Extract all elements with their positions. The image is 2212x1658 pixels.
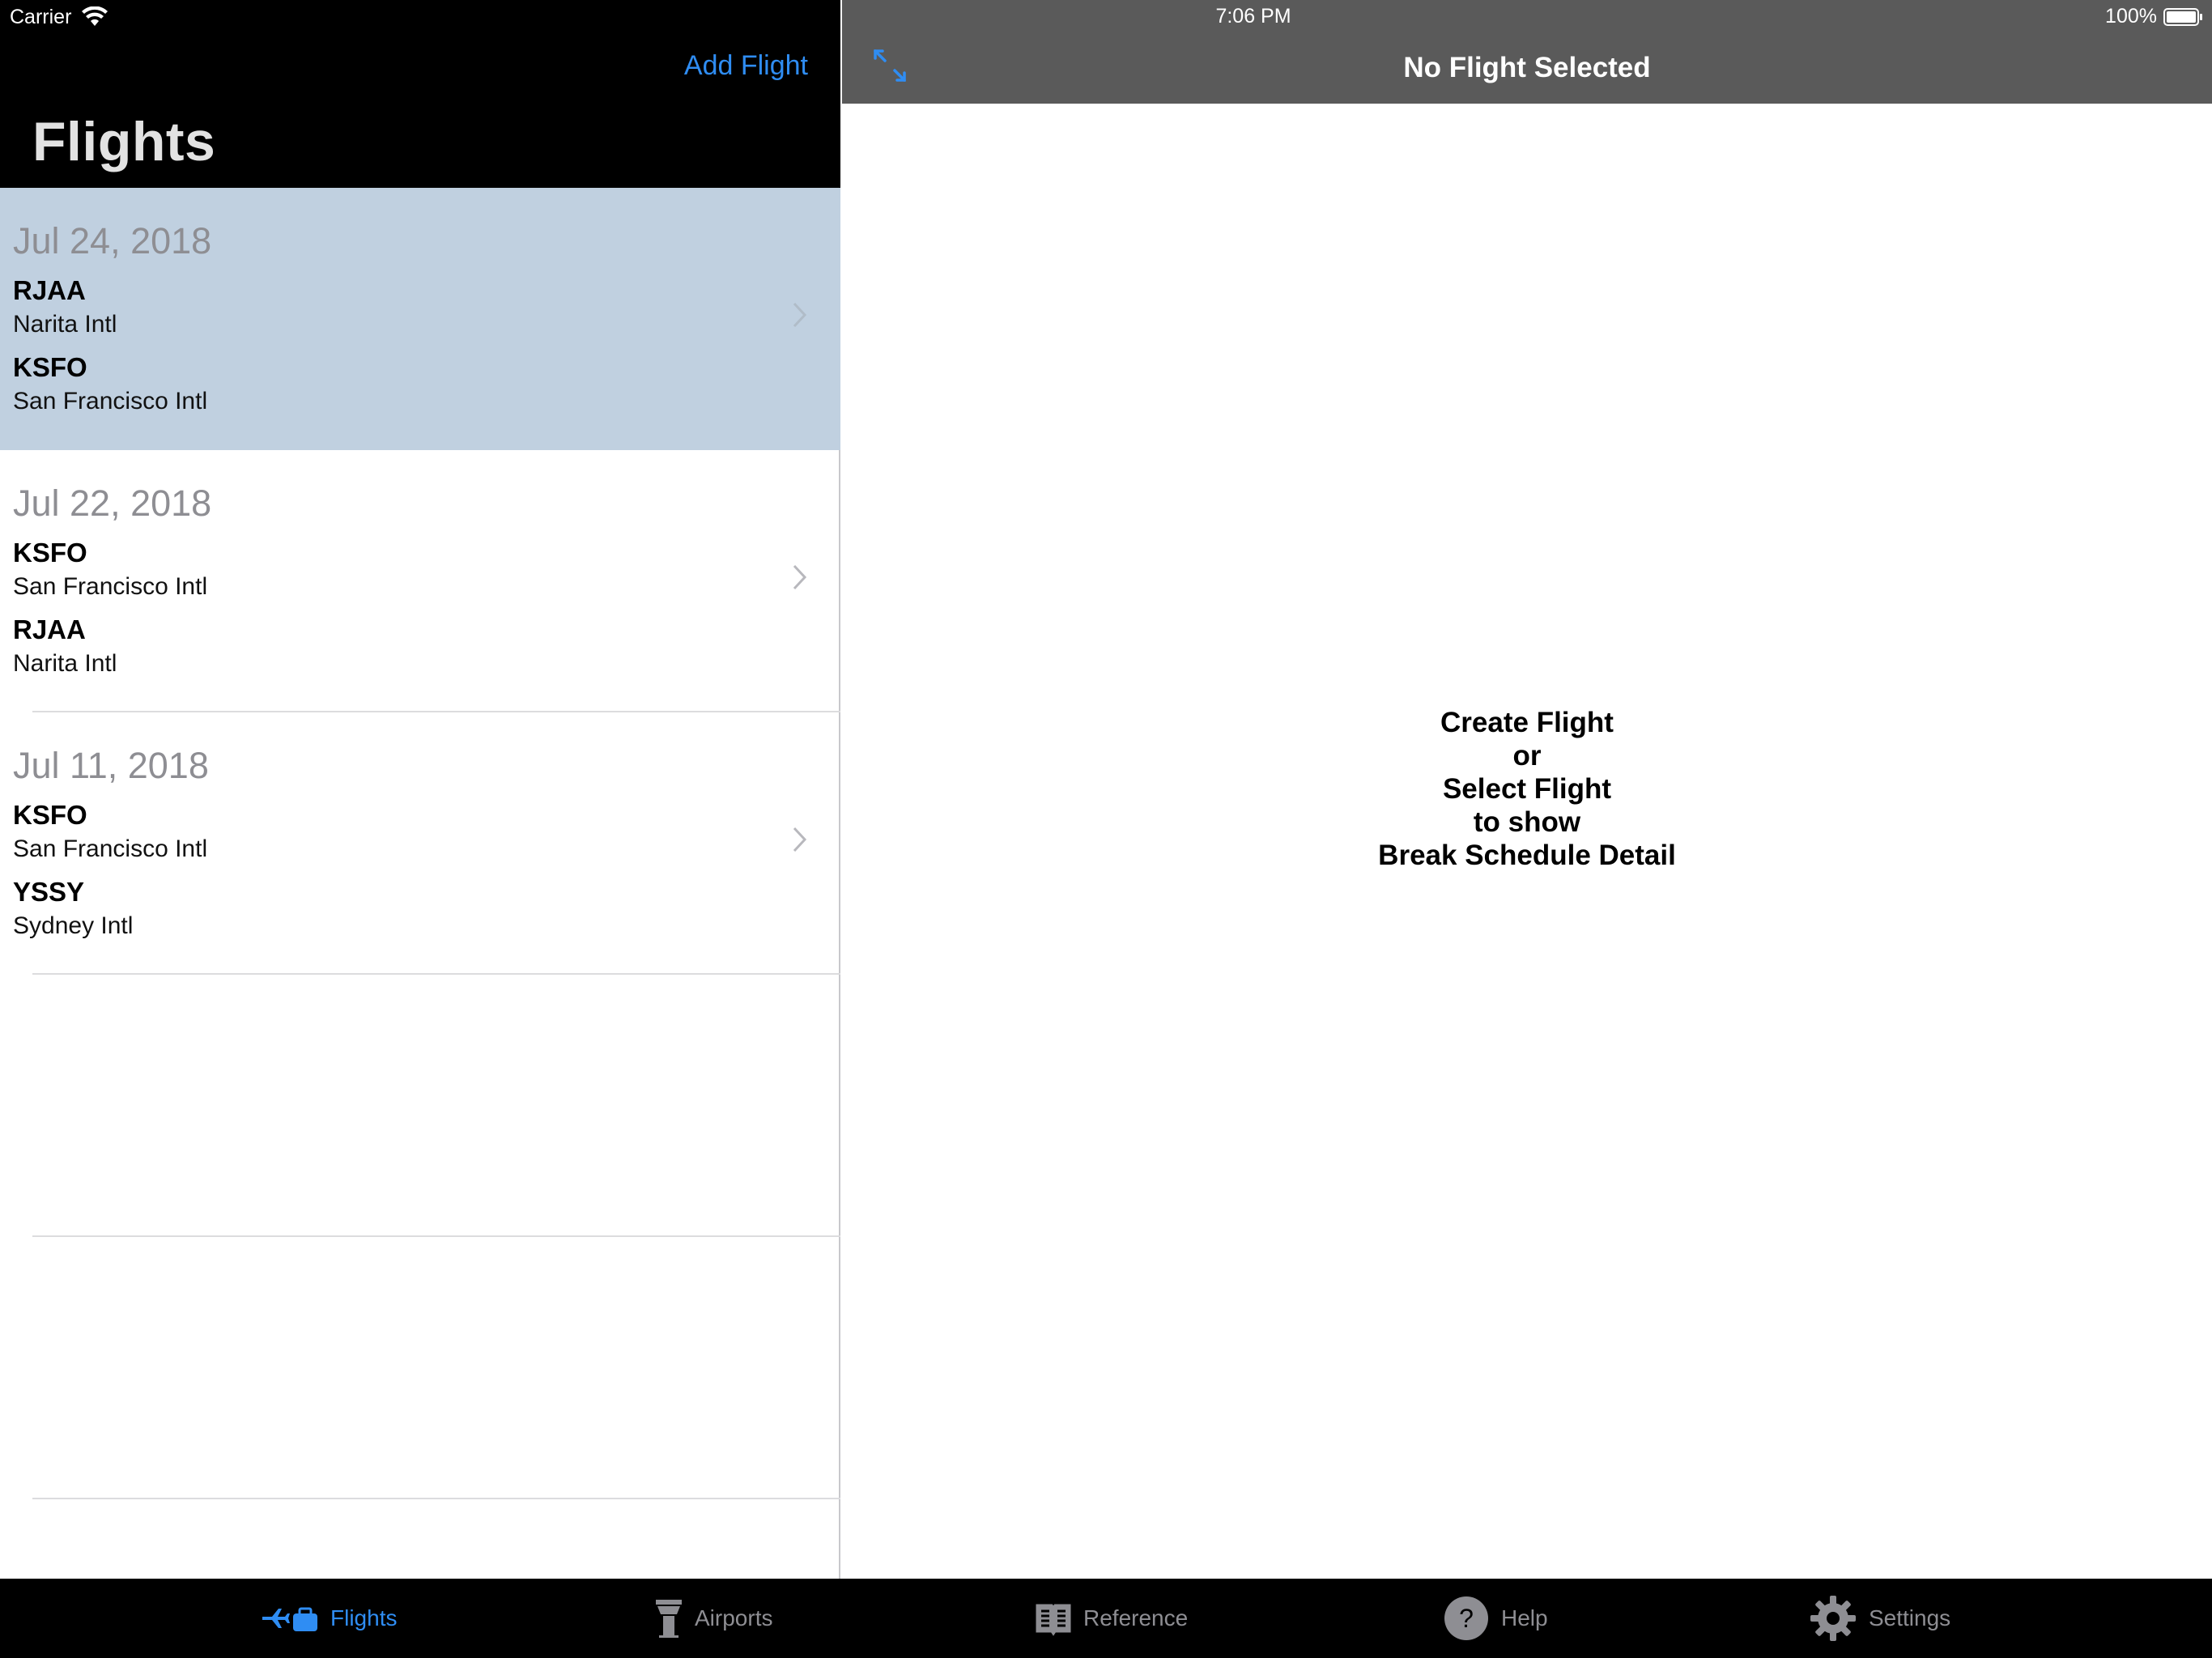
tab-settings[interactable]: Settings xyxy=(1809,1579,1950,1658)
flight-detail-pane: 7:06 PM 100% No Flight Selected Create F… xyxy=(842,0,2212,1579)
arrival-code: YSSY xyxy=(13,877,85,907)
arrival-name: San Francisco Intl xyxy=(13,388,208,414)
status-battery: 100% xyxy=(2105,5,2204,28)
battery-icon xyxy=(2163,7,2202,26)
flight-date: Jul 22, 2018 xyxy=(13,483,212,524)
arrival-code: RJAA xyxy=(13,614,86,644)
tab-label: Help xyxy=(1501,1605,1548,1630)
flights-master-pane: Carrier Add Flight Flights Jul 24, 2018 … xyxy=(0,0,840,1579)
empty-state-line: Select Flight xyxy=(1442,773,1612,805)
tab-airports[interactable]: Airports xyxy=(654,1579,772,1658)
tab-help[interactable]: ? Help xyxy=(1443,1579,1548,1658)
row-separator xyxy=(32,1498,840,1499)
tab-label: Airports xyxy=(695,1605,773,1630)
empty-state-message: Create Flight or Select Flight to show B… xyxy=(842,706,2212,872)
empty-state-line: Break Schedule Detail xyxy=(1378,840,1676,871)
flight-date: Jul 24, 2018 xyxy=(13,220,212,261)
book-icon xyxy=(1036,1604,1071,1636)
status-time: 7:06 PM xyxy=(1215,5,1291,28)
departure-name: Narita Intl xyxy=(13,311,117,338)
wifi-icon xyxy=(82,6,108,26)
help-icon: ? xyxy=(1444,1596,1488,1640)
empty-row xyxy=(0,1237,840,1499)
empty-state-line: Create Flight xyxy=(1440,707,1614,738)
tab-flights[interactable]: Flights xyxy=(261,1579,397,1658)
battery-percent: 100% xyxy=(2105,5,2157,28)
tab-reference[interactable]: Reference xyxy=(1035,1579,1188,1658)
control-tower-icon xyxy=(656,1600,682,1638)
arrival-name: Narita Intl xyxy=(13,650,117,677)
status-bar-left: Carrier xyxy=(10,5,108,29)
detail-navigation-bar: 7:06 PM 100% No Flight Selected xyxy=(842,0,2212,104)
tab-bar: Flights Airports Reference ? Help Settin… xyxy=(0,1579,2212,1658)
empty-state-line: to show xyxy=(1473,806,1581,838)
departure-code: KSFO xyxy=(13,538,87,568)
flight-row-1[interactable]: Jul 24, 2018 RJAA Narita Intl KSFO San F… xyxy=(0,188,840,450)
flight-list: Jul 24, 2018 RJAA Narita Intl KSFO San F… xyxy=(0,188,840,1499)
flights-icon xyxy=(262,1607,317,1631)
split-view: Carrier Add Flight Flights Jul 24, 2018 … xyxy=(0,0,2212,1658)
chevron-right-icon xyxy=(793,302,807,328)
carrier-label: Carrier xyxy=(10,5,72,28)
departure-name: San Francisco Intl xyxy=(13,573,208,600)
tab-label: Reference xyxy=(1083,1605,1189,1630)
chevron-right-icon xyxy=(793,564,807,590)
svg-text:?: ? xyxy=(1459,1604,1474,1633)
empty-row xyxy=(0,975,840,1237)
departure-name: San Francisco Intl xyxy=(13,835,208,862)
gear-icon xyxy=(1810,1596,1856,1641)
arrival-name: Sydney Intl xyxy=(13,912,134,939)
flight-row-3[interactable]: Jul 11, 2018 KSFO San Francisco Intl YSS… xyxy=(0,712,840,975)
arrival-code: KSFO xyxy=(13,352,87,382)
page-title: Flights xyxy=(32,111,216,172)
flight-row-2[interactable]: Jul 22, 2018 KSFO San Francisco Intl RJA… xyxy=(0,450,840,712)
empty-state-line: or xyxy=(1512,740,1542,772)
add-flight-button[interactable]: Add Flight xyxy=(684,50,808,82)
tab-label: Settings xyxy=(1869,1605,1951,1630)
master-navigation-bar: Carrier Add Flight Flights xyxy=(0,0,840,188)
detail-title: No Flight Selected xyxy=(1403,52,1651,83)
chevron-right-icon xyxy=(793,827,807,852)
departure-code: RJAA xyxy=(13,275,86,305)
tab-label: Flights xyxy=(330,1605,398,1630)
departure-code: KSFO xyxy=(13,800,87,830)
flight-date: Jul 11, 2018 xyxy=(13,745,209,786)
